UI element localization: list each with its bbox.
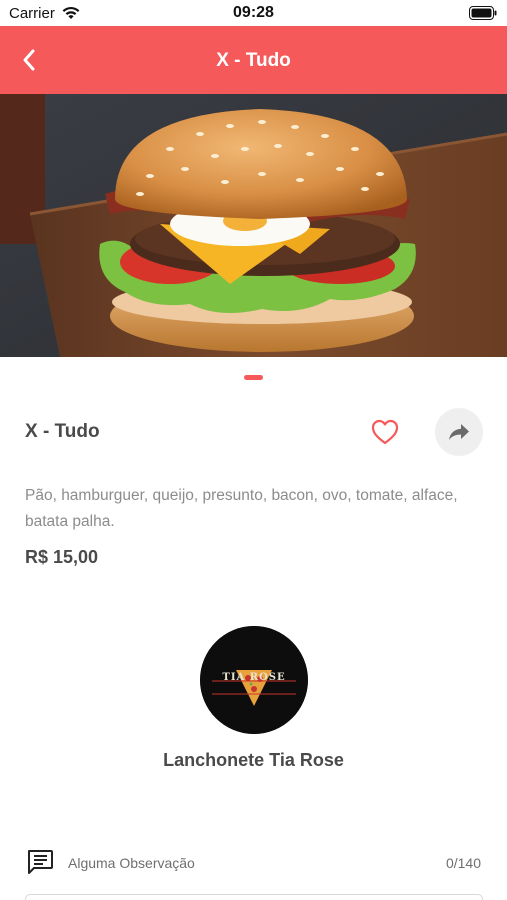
store-logo[interactable]: TIA ROSE [200, 626, 308, 734]
heart-outline-icon [371, 419, 399, 445]
store-logo-text: TIA ROSE [222, 672, 286, 683]
page-dot-active [244, 375, 263, 380]
image-page-indicator [0, 375, 507, 381]
share-button[interactable] [435, 408, 483, 456]
observation-input[interactable] [25, 894, 483, 900]
nav-bar: X - Tudo [0, 26, 507, 94]
observation-label: Alguma Observação [68, 855, 195, 871]
store-name[interactable]: Lanchonete Tia Rose [0, 750, 507, 771]
page-title: X - Tudo [216, 50, 291, 71]
battery-icon [469, 6, 497, 25]
message-icon [26, 849, 54, 875]
status-time: 09:28 [233, 4, 274, 21]
favorite-button[interactable] [370, 418, 400, 446]
share-arrow-icon [449, 424, 469, 440]
product-description: Pão, hamburguer, queijo, presunto, bacon… [25, 487, 458, 530]
product-name: X - Tudo [25, 421, 100, 442]
observation-char-counter: 0/140 [445, 855, 481, 871]
status-bar: Carrier 09:28 [0, 0, 507, 26]
product-price: R$ 15,00 [25, 547, 99, 567]
product-image[interactable] [0, 94, 507, 357]
